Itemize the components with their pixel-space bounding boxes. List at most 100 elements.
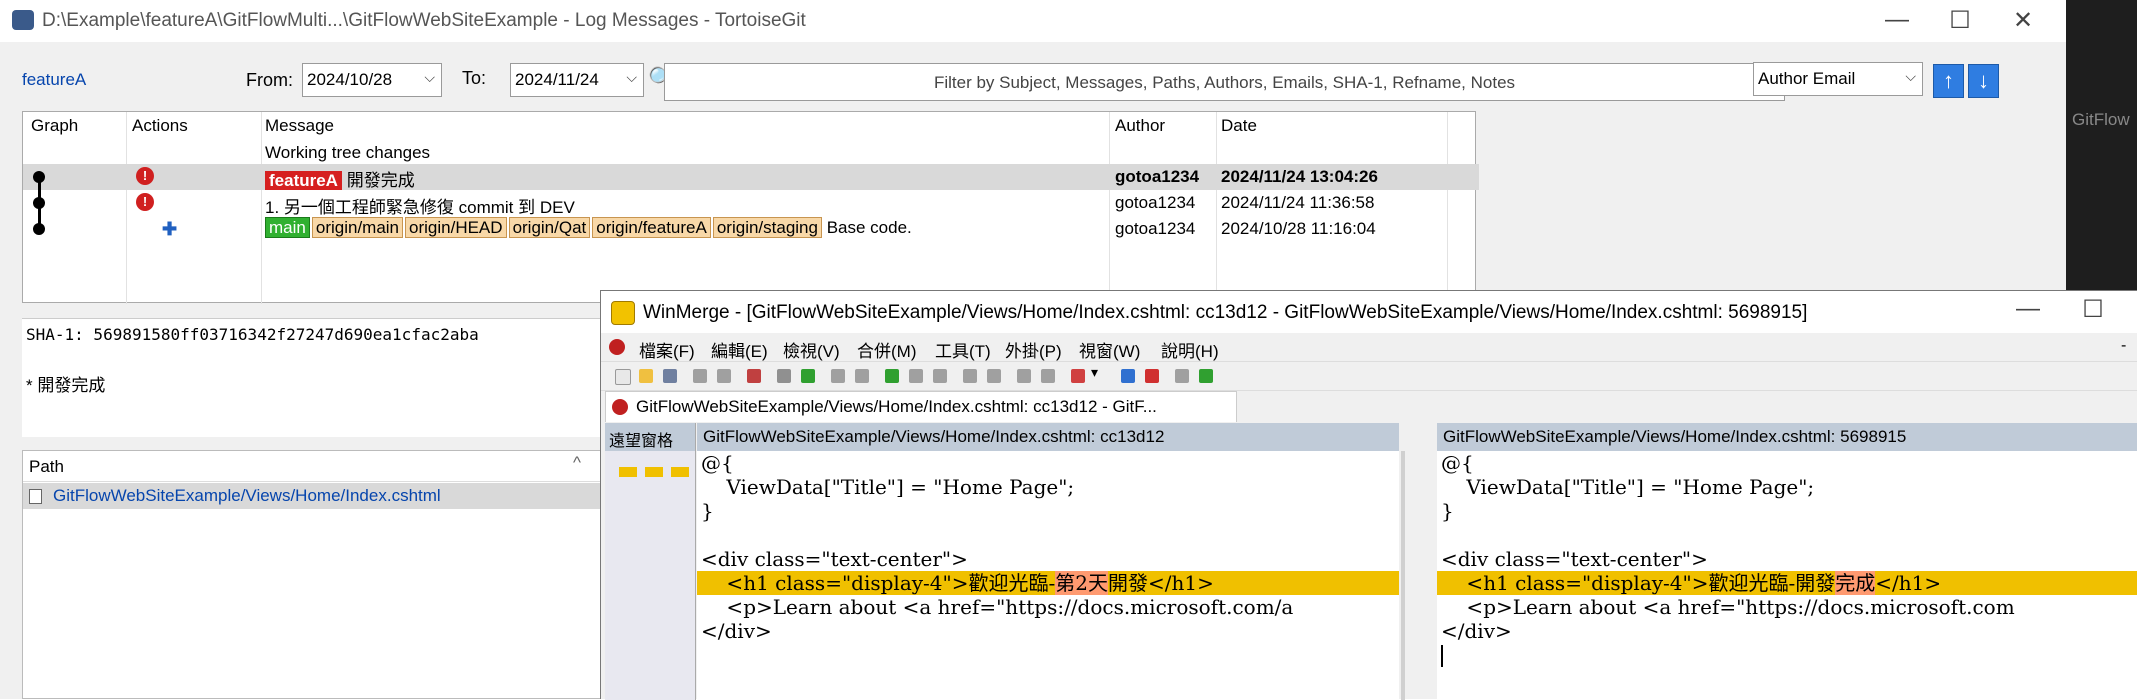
code-line: <div class="text-center"> — [1441, 547, 1708, 571]
to-date-picker[interactable]: 2024/11/24 ⌵ — [510, 63, 644, 97]
file-row[interactable]: GitFlowWebSiteExample/Views/Home/Index.c… — [23, 483, 603, 509]
right-to-left-icon[interactable] — [1145, 369, 1159, 383]
diff-icon[interactable] — [747, 369, 761, 383]
menu-edit[interactable]: 編輯(E) — [711, 337, 768, 362]
column-header-date[interactable]: Date — [1221, 116, 1257, 136]
last-diff-icon[interactable] — [855, 369, 869, 383]
row-message: main origin/main origin/HEAD origin/Qat orig… — [265, 217, 912, 238]
compare-icon[interactable] — [1017, 369, 1031, 383]
commit-message: * 開發完成 — [26, 376, 106, 395]
file-path: GitFlowWebSiteExample/Views/Home/Index.c… — [53, 486, 441, 505]
next-diff-icon[interactable] — [801, 369, 815, 383]
compare-selection-icon[interactable] — [1041, 369, 1055, 383]
log-row[interactable]: Working tree changes — [23, 140, 1479, 166]
remote-tag: origin/main — [311, 217, 404, 238]
log-row[interactable]: ✚ main origin/main origin/HEAD origin/Qat or… — [23, 216, 1479, 242]
document-tab[interactable]: GitFlowWebSiteExample/Views/Home/Index.c… — [605, 391, 1237, 422]
code-line: </div> — [701, 619, 772, 643]
code-text: 開發</h1> — [1107, 571, 1214, 595]
location-pane-label: 遠望窗格 — [609, 433, 674, 450]
dropdown-icon[interactable]: ▾ — [1091, 364, 1098, 381]
minimize-icon[interactable]: — — [1998, 295, 2058, 323]
column-header-actions[interactable]: Actions — [132, 116, 188, 136]
chevron-down-icon: ⌵ — [1905, 68, 1916, 84]
path-column-header[interactable]: Path ^ — [23, 451, 603, 482]
row-date: 2024/11/24 13:04:26 — [1221, 167, 1378, 186]
left-to-right-icon[interactable] — [1121, 369, 1135, 383]
copy-all-right-icon[interactable] — [963, 369, 977, 383]
column-header-graph[interactable]: Graph — [31, 116, 78, 136]
close-icon[interactable]: ✕ — [1993, 6, 2053, 35]
options-icon[interactable] — [1071, 369, 1085, 383]
location-pane-header: 遠望窗格 — [605, 423, 695, 451]
first-diff-icon[interactable] — [831, 369, 845, 383]
warning-icon: ! — [136, 167, 154, 185]
left-pane-header: GitFlowWebSiteExample/Views/Home/Index.c… — [697, 423, 1399, 451]
current-diff-icon[interactable] — [885, 369, 899, 383]
filter-field-select[interactable]: Author Email ⌵ — [1753, 62, 1923, 96]
log-row-selected[interactable]: ! featureA 開發完成 gotoa1234 2024/11/24 13:… — [23, 164, 1479, 190]
code-line: <h1 class="display-4">歡迎光臨-開發完成</h1> — [1441, 571, 1941, 595]
title-bar: WinMerge - [GitFlowWebSiteExample/Views/… — [601, 291, 2137, 333]
file-icon — [29, 489, 42, 504]
remote-tag: origin/staging — [712, 217, 822, 238]
location-pane[interactable]: 遠望窗格 — [605, 423, 696, 700]
title-bar: D:\Example\featureA\GitFlowMulti...\GitF… — [0, 0, 2066, 42]
row-author: gotoa1234 — [1115, 219, 1196, 238]
refresh-icon[interactable] — [1199, 369, 1213, 383]
remote-tag: origin/Qat — [508, 217, 591, 238]
from-date-picker[interactable]: 2024/10/28 ⌵ — [302, 63, 442, 97]
commit-subject: 開發完成 — [346, 171, 415, 190]
filter-placeholder: Filter by Subject, Messages, Paths, Auth… — [933, 73, 1516, 92]
log-list[interactable]: Graph Actions Message Author Date Workin… — [22, 111, 1479, 304]
menu-file[interactable]: 檔案(F) — [639, 337, 695, 362]
menu-merge[interactable]: 合併(M) — [857, 337, 916, 362]
menu-view[interactable]: 檢視(V) — [783, 337, 840, 362]
copy-left-icon[interactable] — [933, 369, 947, 383]
open-icon[interactable] — [639, 369, 653, 383]
copy-all-left-icon[interactable] — [987, 369, 1001, 383]
new-icon[interactable] — [615, 369, 631, 385]
undo-icon[interactable] — [693, 369, 707, 383]
document-icon — [609, 339, 625, 355]
changed-word: 第2天 — [1055, 571, 1108, 595]
swap-icon[interactable] — [1175, 369, 1189, 383]
code-line: ViewData["Title"] = "Home Page"; — [701, 475, 1075, 499]
pane-splitter[interactable] — [1401, 451, 1405, 700]
column-header-message[interactable]: Message — [265, 116, 334, 136]
chevron-down-icon: ⌵ — [626, 69, 637, 85]
branch-tag: main — [265, 217, 310, 238]
commit-sha: SHA-1: 569891580ff03716342f27247d690ea1c… — [26, 325, 479, 344]
branch-link[interactable]: featureA — [22, 70, 86, 90]
prev-diff-icon[interactable] — [777, 369, 791, 383]
column-header-author[interactable]: Author — [1115, 116, 1165, 136]
left-code-pane[interactable]: @{ ViewData["Title"] = "Home Page"; } <d… — [697, 451, 1399, 700]
right-code-pane[interactable]: @{ ViewData["Title"] = "Home Page"; } <d… — [1437, 451, 2137, 700]
menu-tools[interactable]: 工具(T) — [935, 337, 991, 362]
arrow-down-button[interactable]: ↓ — [1968, 64, 1999, 98]
menu-plugins[interactable]: 外掛(P) — [1005, 337, 1062, 362]
chevron-down-icon: ⌵ — [424, 69, 435, 85]
redo-icon[interactable] — [717, 369, 731, 383]
minimize-icon[interactable]: — — [1867, 6, 1927, 34]
remote-tag: origin/HEAD — [405, 217, 507, 238]
menu-window[interactable]: 視窗(W) — [1079, 337, 1140, 362]
copy-right-icon[interactable] — [909, 369, 923, 383]
right-pane-header: GitFlowWebSiteExample/Views/Home/Index.c… — [1437, 423, 2137, 451]
arrow-up-button[interactable]: ↑ — [1933, 64, 1964, 98]
menu-help[interactable]: 說明(H) — [1161, 337, 1219, 362]
commit-details[interactable]: SHA-1: 569891580ff03716342f27247d690ea1c… — [22, 318, 602, 437]
tortoisegit-app-icon — [12, 10, 34, 30]
changed-files-list[interactable]: Path ^ GitFlowWebSiteExample/Views/Home/… — [22, 450, 603, 699]
code-line: ViewData["Title"] = "Home Page"; — [1441, 475, 1815, 499]
maximize-icon[interactable]: ☐ — [2063, 295, 2123, 324]
code-line: <h1 class="display-4">歡迎光臨-第2天開發</h1> — [701, 571, 1214, 595]
filter-input[interactable]: Filter by Subject, Messages, Paths, Auth… — [664, 63, 1785, 101]
save-icon[interactable] — [663, 369, 677, 383]
from-label: From: — [246, 70, 293, 90]
window-title: WinMerge - [GitFlowWebSiteExample/Views/… — [643, 302, 1808, 323]
log-row[interactable]: ! 1. 另一個工程師緊急修復 commit 到 DEV gotoa1234 2… — [23, 190, 1479, 217]
maximize-icon[interactable]: ☐ — [1930, 6, 1990, 35]
restore-child-icon[interactable]: - — [2121, 337, 2126, 355]
winmerge-window: WinMerge - [GitFlowWebSiteExample/Views/… — [600, 290, 2137, 700]
